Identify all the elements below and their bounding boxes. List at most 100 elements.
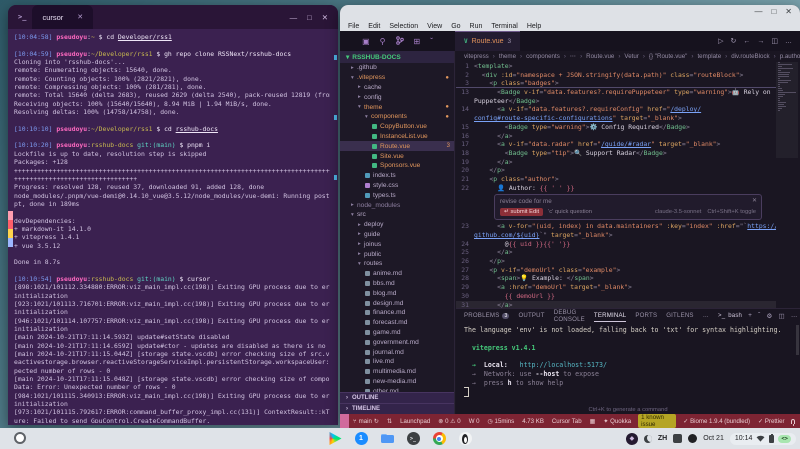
tab-route-vue[interactable]: V Route.vue 3: [455, 31, 520, 51]
tree-item-Site.vue[interactable]: Site.vue: [340, 151, 454, 161]
tree-item-Sponsors.vue[interactable]: Sponsors.vue: [340, 161, 454, 171]
status--biome-1-9-4-bundled-[interactable]: ✓ Biome 1.9.4 (bundled): [679, 418, 754, 425]
panel-tab-…[interactable]: …: [703, 309, 709, 322]
tree-item-routes[interactable]: ▾routes: [340, 259, 454, 269]
section-outline[interactable]: ›OUTLINE: [340, 392, 454, 403]
tree-item-style.css[interactable]: style.css: [340, 181, 454, 191]
search-icon[interactable]: ⚲: [380, 37, 386, 46]
terminal-tab-close-icon[interactable]: ✕: [77, 13, 83, 21]
tree-item-journal.md[interactable]: journal.md: [340, 347, 454, 357]
back-icon[interactable]: ←: [743, 38, 750, 45]
status--[interactable]: ▦: [586, 418, 600, 425]
terminal-close-button[interactable]: ✕: [322, 13, 328, 22]
tree-item-live.md[interactable]: live.md: [340, 357, 454, 367]
status-branch[interactable]: ⑂main↻: [349, 418, 383, 425]
cursor-app-icon[interactable]: ◆: [626, 433, 638, 445]
breadcrumb[interactable]: vitepress›theme›components›⋯›Route.vue›V…: [456, 51, 800, 62]
menu-view[interactable]: View: [427, 23, 442, 30]
menu-go[interactable]: Go: [451, 23, 460, 30]
breadcrumb-item[interactable]: theme: [499, 53, 516, 60]
do-not-disturb-icon[interactable]: [644, 435, 652, 443]
vscode-titlebar[interactable]: — □ ✕ FileEditSelectionViewGoRunTerminal…: [340, 5, 800, 31]
section-timeline[interactable]: ›TIMELINE: [340, 403, 454, 414]
tree-item-anime.md[interactable]: anime.md: [340, 269, 454, 279]
tree-item-multimedia.md[interactable]: multimedia.md: [340, 367, 454, 377]
vscode-maximize-button[interactable]: □: [771, 7, 776, 16]
minimap[interactable]: [778, 62, 798, 304]
tree-item-config[interactable]: ▸config: [340, 92, 454, 102]
tree-item-new-media.md[interactable]: new-media.md: [340, 377, 454, 387]
system-tray[interactable]: 10:14 <>: [730, 433, 796, 445]
shell-selector[interactable]: >_bash: [718, 313, 742, 319]
refresh-icon[interactable]: ↻: [731, 37, 737, 45]
status-w-0[interactable]: W 0: [465, 418, 484, 425]
terminal-titlebar[interactable]: >_ cursor ✕ — □ ✕: [8, 5, 338, 29]
breadcrumb-item[interactable]: div.routeBlock: [731, 53, 769, 60]
notification-icon-1[interactable]: [673, 434, 682, 443]
source-control-icon[interactable]: [396, 36, 404, 47]
tree-item-forecast.md[interactable]: forecast.md: [340, 318, 454, 328]
breadcrumb-item[interactable]: {} "Route.vue": [649, 53, 687, 60]
panel-scrollbar[interactable]: [796, 325, 799, 355]
more-actions-icon[interactable]: …: [785, 38, 792, 45]
model-label[interactable]: claude-3.5-sonnet: [655, 209, 701, 215]
terminal-output[interactable]: [10:04:58] pseudoyu:~ $ cd Developer/rss…: [14, 33, 330, 423]
split-editor-icon[interactable]: ◫: [771, 37, 778, 45]
menu-run[interactable]: Run: [470, 23, 483, 30]
tree-item-node_modules[interactable]: ▸node_modules: [340, 200, 454, 210]
panel-tab-output[interactable]: OUTPUT: [518, 309, 544, 322]
status--quokka[interactable]: ✦ Quokka: [599, 418, 635, 425]
breadcrumb-item[interactable]: vitepress: [464, 53, 489, 60]
tree-item-design.md[interactable]: design.md: [340, 298, 454, 308]
menu-edit[interactable]: Edit: [368, 23, 380, 30]
run-icon[interactable]: ▷: [718, 37, 723, 45]
panel-tab-ports[interactable]: PORTS: [635, 309, 657, 322]
menu-help[interactable]: Help: [527, 23, 541, 30]
status-cursor-tab[interactable]: Cursor Tab: [548, 418, 586, 425]
tree-item-Route.vue[interactable]: Route.vue3: [340, 141, 454, 151]
chrome-icon[interactable]: [433, 432, 446, 445]
vscode-close-button[interactable]: ✕: [785, 7, 792, 16]
breadcrumb-item[interactable]: Vetur: [624, 53, 638, 60]
remote-indicator[interactable]: [340, 414, 349, 428]
status--[interactable]: ⇅: [383, 418, 396, 425]
terminal-app-icon[interactable]: >_: [407, 432, 420, 445]
breadcrumb-item[interactable]: p.author: [780, 53, 800, 60]
tree-item-cache[interactable]: ▸cache: [340, 83, 454, 93]
tree-item-game.md[interactable]: game.md: [340, 328, 454, 338]
status-1-known-issue[interactable]: 1 known issue: [638, 414, 676, 428]
panel-tab-terminal[interactable]: TERMINAL: [594, 309, 626, 322]
vscode-minimize-button[interactable]: —: [754, 7, 762, 16]
tree-item-government.md[interactable]: government.md: [340, 337, 454, 347]
breadcrumb-item[interactable]: Route.vue: [586, 53, 614, 60]
ai-prompt-input[interactable]: revise code for me: [500, 198, 756, 205]
tree-item-types.ts[interactable]: types.ts: [340, 190, 454, 200]
panel-tab-gitlens[interactable]: GITLENS: [666, 309, 693, 322]
tree-item-joinus[interactable]: ▸joinus: [340, 239, 454, 249]
files-icon[interactable]: ▣: [362, 37, 370, 46]
code-editor[interactable]: vitepress›theme›components›⋯›Route.vue›V…: [456, 51, 800, 308]
integrated-terminal[interactable]: The language 'env' is not loaded, fallin…: [464, 326, 790, 405]
tree-item-InstanceList.vue[interactable]: InstanceList.vue: [340, 132, 454, 142]
status--0-0[interactable]: ⊗ 0 ⚠ 0: [434, 418, 464, 425]
code-area[interactable]: 1<template>2 <div :id="namespace + JSON.…: [456, 62, 776, 308]
menu-selection[interactable]: Selection: [389, 23, 418, 30]
linux-penguin-icon[interactable]: [459, 432, 472, 445]
tree-item-deploy[interactable]: ▸deploy: [340, 220, 454, 230]
menu-file[interactable]: File: [348, 23, 359, 30]
1password-icon[interactable]: 1: [355, 432, 368, 445]
tree-item-src[interactable]: ▾src: [340, 210, 454, 220]
close-icon[interactable]: ✕: [752, 197, 757, 204]
terminal-tab[interactable]: cursor ✕: [32, 5, 93, 29]
tree-item-bbs.md[interactable]: bbs.md: [340, 279, 454, 289]
tree-item-CopyButton.vue[interactable]: CopyButton.vue: [340, 122, 454, 132]
terminal-minimize-button[interactable]: —: [290, 13, 298, 22]
bell-icon[interactable]: [791, 419, 796, 424]
submit-edit-button[interactable]: ↵ submit Edit: [500, 208, 543, 216]
tree-item-index.ts[interactable]: index.ts: [340, 171, 454, 181]
date-label[interactable]: Oct 21: [703, 435, 724, 442]
extensions-icon[interactable]: ⊞: [414, 37, 421, 46]
files-app-icon[interactable]: [381, 432, 394, 445]
tree-item-.github[interactable]: ▸.github: [340, 63, 454, 73]
panel-tab-problems[interactable]: PROBLEMS3: [464, 309, 509, 322]
